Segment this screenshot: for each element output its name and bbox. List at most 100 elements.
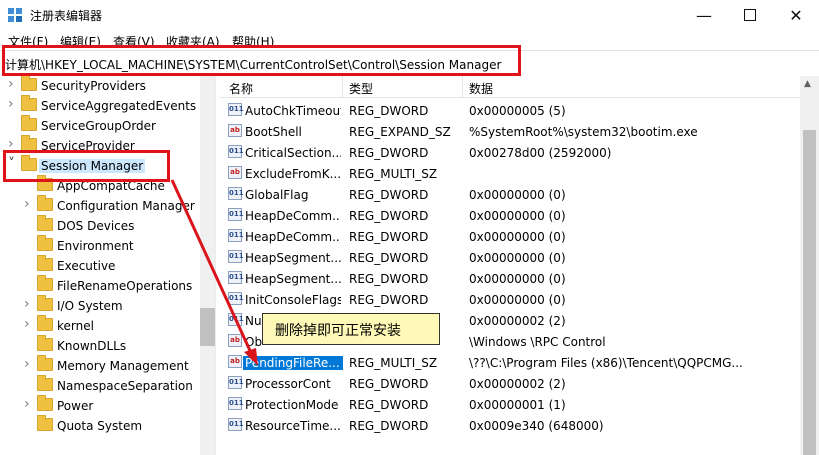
chevron-right-icon[interactable]: ›: [24, 396, 34, 412]
folder-icon: [37, 375, 53, 391]
value-data: 0x00000000 (0): [469, 272, 566, 286]
value-row[interactable]: 011 ProtectionMode REG_DWORD 0x00000001 (1): [220, 394, 800, 415]
close-icon: ✕: [789, 5, 803, 25]
value-row[interactable]: 011 ResourceTime... REG_DWORD 0x0009e340 (6…: [220, 415, 800, 436]
chevron-down-icon[interactable]: ˅: [8, 156, 18, 172]
value-row[interactable]: 011 InitConsoleFlags REG_DWORD 0x00000000 (…: [220, 289, 800, 310]
value-row[interactable]: 011 HeapDeComm... REG_DWORD 0x00000000 (0): [220, 205, 800, 226]
value-data: 0x00000002 (2): [469, 377, 566, 391]
chevron-right-icon[interactable]: ›: [24, 196, 34, 212]
value-name: GlobalFlag: [245, 188, 309, 202]
value-row[interactable]: 011 ProcessorCont REG_DWORD 0x00000002 (2): [220, 373, 800, 394]
tree-item[interactable]: › ServiceAggregatedEvents: [0, 95, 200, 116]
tree-item-label: ServiceProvider: [41, 139, 135, 153]
value-row[interactable]: ab PendingFileRe... REG_MULTI_SZ \??\C:\Pro…: [220, 352, 800, 373]
tree-item[interactable]: › SecurityProviders: [0, 76, 200, 96]
tree-item[interactable]: DOS Devices: [0, 215, 200, 236]
string-value-icon: ab: [228, 334, 242, 347]
chevron-right-icon[interactable]: ›: [8, 136, 18, 152]
title-bar: 注册表编辑器 — ✕: [0, 0, 819, 30]
column-name[interactable]: 名称: [229, 80, 253, 97]
minimize-button[interactable]: —: [681, 0, 727, 30]
tree-item[interactable]: Quota System: [0, 415, 200, 436]
tree-item-label: Configuration Manager: [57, 199, 195, 213]
value-type: REG_DWORD: [349, 251, 429, 265]
value-row[interactable]: 011 AutoChkTimeout REG_DWORD 0x00000005 (5): [220, 100, 800, 121]
value-name: InitConsoleFlags: [245, 293, 341, 307]
folder-icon: [37, 395, 53, 411]
tree-item[interactable]: › Configuration Manager: [0, 195, 200, 216]
values-scrollbar-thumb[interactable]: [803, 130, 816, 455]
chevron-right-icon[interactable]: ›: [24, 316, 34, 332]
key-tree: › SecurityProviders › ServiceAggregatedEven…: [0, 76, 215, 455]
value-row[interactable]: 011 HeapSegment... REG_DWORD 0x00000000 (0): [220, 268, 800, 289]
tree-item[interactable]: Executive: [0, 255, 200, 276]
tree-item[interactable]: ˅ Session Manager: [0, 155, 200, 176]
tree-item[interactable]: FileRenameOperations: [0, 275, 200, 296]
no-expander: [24, 339, 34, 353]
no-expander: [24, 179, 34, 193]
tree-item[interactable]: › Power: [0, 395, 200, 416]
tree-item[interactable]: › ServiceProvider: [0, 135, 200, 156]
tree-item[interactable]: ServiceGroupOrder: [0, 115, 200, 136]
address-path[interactable]: 计算机\HKEY_LOCAL_MACHINE\SYSTEM\CurrentCon…: [5, 56, 501, 73]
tree-item-label: DOS Devices: [57, 219, 135, 233]
value-type: REG_DWORD: [349, 272, 429, 286]
menu-view[interactable]: 查看(V): [113, 33, 155, 50]
tree-scrollbar-thumb[interactable]: [200, 308, 215, 346]
value-row[interactable]: ab ExcludeFromK... REG_MULTI_SZ: [220, 163, 800, 184]
tree-item[interactable]: KnownDLLs: [0, 335, 200, 356]
tree-item[interactable]: Environment: [0, 235, 200, 256]
chevron-right-icon[interactable]: ›: [24, 356, 34, 372]
menu-help[interactable]: 帮助(H): [232, 33, 274, 50]
value-type: REG_DWORD: [349, 293, 429, 307]
column-separator[interactable]: [342, 76, 343, 97]
folder-icon: [21, 76, 37, 91]
value-row[interactable]: 011 GlobalFlag REG_DWORD 0x00000000 (0): [220, 184, 800, 205]
tree-item[interactable]: AppCompatCache: [0, 175, 200, 196]
value-type: REG_DWORD: [349, 398, 429, 412]
value-type: REG_MULTI_SZ: [349, 167, 438, 181]
column-data[interactable]: 数据: [469, 80, 493, 97]
address-bar[interactable]: 计算机\HKEY_LOCAL_MACHINE\SYSTEM\CurrentCon…: [0, 50, 819, 78]
value-name: ProcessorCont: [245, 377, 331, 391]
value-row[interactable]: ab BootShell REG_EXPAND_SZ %SystemRoot%\sys…: [220, 121, 800, 142]
tree-item-label: Executive: [57, 259, 116, 273]
tree-item-label: Environment: [57, 239, 134, 253]
close-button[interactable]: ✕: [773, 0, 819, 30]
chevron-right-icon[interactable]: ›: [8, 96, 18, 112]
tree-item[interactable]: › I/O System: [0, 295, 200, 316]
values-list: 名称 类型 数据 011 AutoChkTimeout REG_DWORD 0x000…: [220, 76, 800, 455]
value-type: REG_DWORD: [349, 146, 429, 160]
no-expander: [24, 279, 34, 293]
chevron-right-icon[interactable]: ›: [8, 76, 18, 92]
scroll-up-icon[interactable]: ▲: [804, 79, 811, 89]
maximize-button[interactable]: [727, 0, 773, 30]
tree-item[interactable]: › Memory Management: [0, 355, 200, 376]
value-type: REG_DWORD: [349, 419, 429, 433]
value-row[interactable]: 011 HeapDeComm... REG_DWORD 0x00000000 (0): [220, 226, 800, 247]
binary-value-icon: 011: [228, 187, 244, 200]
no-expander: [8, 119, 18, 133]
value-row[interactable]: 011 CriticalSection... REG_DWORD 0x00278d00…: [220, 142, 800, 163]
values-scrollbar[interactable]: ▲: [800, 76, 819, 455]
menu-file[interactable]: 文件(F): [8, 33, 48, 50]
value-data: \??\C:\Program Files (x86)\Tencent\QQPCM…: [469, 356, 743, 370]
value-name: BootShell: [245, 125, 302, 139]
binary-value-icon: 011: [228, 376, 244, 389]
value-data: 0x00000000 (0): [469, 251, 566, 265]
column-type[interactable]: 类型: [349, 80, 373, 97]
column-separator[interactable]: [462, 76, 463, 97]
menu-edit[interactable]: 编辑(E): [60, 33, 101, 50]
tree-item[interactable]: NamespaceSeparation: [0, 375, 200, 396]
tree-scrollbar[interactable]: [200, 76, 215, 455]
tree-item-label: ServiceAggregatedEvents: [41, 99, 197, 113]
menu-bar: 文件(F) 编辑(E) 查看(V) 收藏夹(A) 帮助(H): [0, 30, 819, 50]
tree-item-label: kernel: [57, 319, 94, 333]
tree-item-label: SecurityProviders: [41, 79, 146, 93]
menu-favorites[interactable]: 收藏夹(A): [166, 33, 220, 50]
tree-item[interactable]: › kernel: [0, 315, 200, 336]
value-row[interactable]: 011 HeapSegment... REG_DWORD 0x00000000 (0): [220, 247, 800, 268]
chevron-right-icon[interactable]: ›: [24, 296, 34, 312]
value-name: ResourceTime...: [245, 419, 341, 433]
